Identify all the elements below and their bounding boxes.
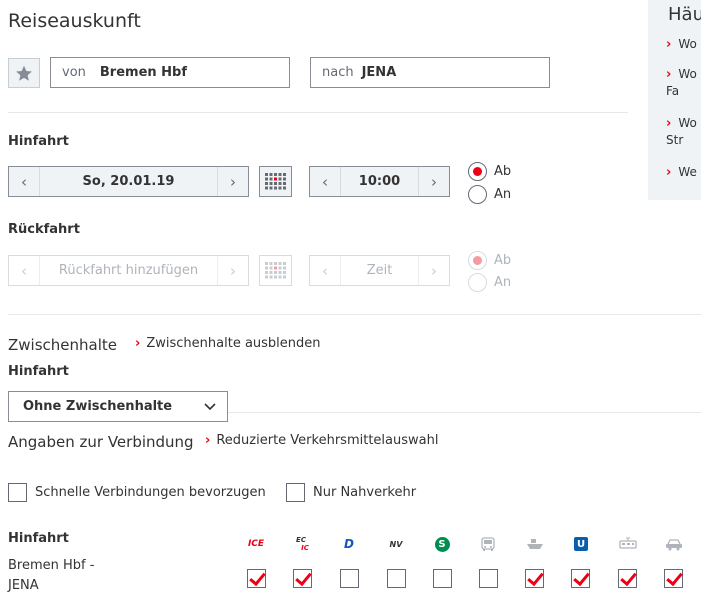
outbound-time-value[interactable]: 10:00 — [340, 167, 419, 196]
d-train-icon: D — [344, 537, 354, 551]
side-link-2[interactable]: › Wo Fa — [666, 66, 697, 99]
outbound-radio-departure[interactable]: Ab — [468, 162, 511, 181]
outbound-radio-arrival[interactable]: An — [468, 185, 511, 204]
s-bahn-icon: S — [432, 535, 452, 553]
radio-button[interactable] — [468, 273, 487, 292]
product-checkbox-tram[interactable] — [618, 569, 637, 588]
ice-icon: ICE — [247, 539, 265, 549]
bus-icon — [478, 535, 498, 553]
outbound-date-stepper: ‹ So, 20.01.19 › — [8, 166, 249, 197]
outbound-time-stepper: ‹ 10:00 › — [309, 166, 450, 197]
local-only-checkbox[interactable] — [286, 483, 305, 502]
products-route: Bremen Hbf - JENA — [8, 558, 95, 593]
stops-heading: Zwischenhalte — [8, 336, 117, 354]
local-only-option[interactable]: Nur Nahverkehr — [286, 483, 416, 502]
product-checkbox-u-bahn[interactable] — [571, 569, 590, 588]
return-date-stepper: ‹ Rückfahrt hinzufügen › — [8, 255, 249, 286]
outbound-date-value[interactable]: So, 20.01.19 — [39, 167, 218, 196]
product-checkbox-taxi[interactable] — [664, 569, 683, 588]
radio-button[interactable] — [468, 185, 487, 204]
return-radio-arrival[interactable]: An — [468, 273, 511, 292]
return-time-next-button[interactable]: › — [419, 256, 449, 285]
product-checkbox-ice[interactable] — [247, 569, 266, 588]
outbound-calendar-button[interactable] — [259, 166, 292, 197]
chevron-right-icon: › — [230, 172, 236, 191]
hide-stops-link[interactable]: › Zwischenhalte ausblenden — [135, 336, 321, 351]
divider — [8, 314, 701, 315]
chevron-right-icon: › — [666, 37, 672, 52]
to-label: nach — [322, 65, 354, 80]
radio-button[interactable] — [468, 251, 487, 270]
product-checkbox-ec-ic[interactable] — [293, 569, 312, 588]
stops-outbound-label: Hinfahrt — [8, 364, 69, 379]
time-next-button[interactable]: › — [419, 167, 449, 196]
stops-select[interactable]: Ohne Zwischenhalte — [8, 391, 228, 422]
return-date-placeholder[interactable]: Rückfahrt hinzufügen — [39, 256, 218, 285]
chevron-right-icon: › — [666, 116, 672, 131]
product-checkbox-ship[interactable] — [525, 569, 544, 588]
products-outbound-label: Hinfahrt — [8, 531, 69, 546]
chevron-left-icon: ‹ — [21, 261, 27, 280]
return-calendar-button[interactable] — [259, 255, 292, 286]
chevron-right-icon: › — [135, 336, 141, 351]
chevron-down-icon — [204, 402, 216, 410]
ec-ic-icon: EC IC — [296, 536, 309, 552]
favorite-button[interactable] — [8, 58, 40, 88]
chevron-right-icon: › — [666, 67, 672, 82]
divider — [8, 112, 628, 113]
radio-button[interactable] — [468, 162, 487, 181]
outbound-label: Hinfahrt — [8, 134, 69, 149]
frequent-questions-panel: Häu › Wo › Wo Fa › Wo Str › We — [648, 0, 701, 200]
chevron-left-icon: ‹ — [322, 261, 328, 280]
calendar-icon — [265, 262, 286, 279]
chevron-right-icon: › — [431, 172, 437, 191]
from-label: von — [62, 65, 86, 80]
connection-heading: Angaben zur Verbindung — [8, 433, 194, 451]
reduced-transport-link[interactable]: › Reduzierte Verkehrsmittelauswahl — [205, 433, 438, 448]
product-checkbox-nv[interactable] — [387, 569, 406, 588]
side-link-4[interactable]: › We — [666, 164, 697, 181]
return-radio-departure[interactable]: Ab — [468, 251, 511, 270]
side-panel-title: Häu — [668, 4, 701, 25]
return-time-placeholder[interactable]: Zeit — [340, 256, 419, 285]
return-date-next-button[interactable]: › — [218, 256, 248, 285]
side-link-3[interactable]: › Wo Str — [666, 115, 697, 148]
to-field[interactable]: nach JENA — [310, 57, 550, 88]
side-link-1[interactable]: › Wo — [666, 36, 697, 53]
u-bahn-icon: U — [571, 535, 591, 553]
product-checkbox-s-bahn[interactable] — [433, 569, 452, 588]
return-time-stepper: ‹ Zeit › — [309, 255, 450, 286]
to-value: JENA — [361, 65, 397, 80]
page-title: Reiseauskunft — [8, 10, 141, 32]
return-label: Rückfahrt — [8, 222, 80, 237]
chevron-left-icon: ‹ — [21, 172, 27, 191]
chevron-right-icon: › — [205, 433, 211, 448]
calendar-icon — [265, 173, 286, 190]
fast-connections-option[interactable]: Schnelle Verbindungen bevorzugen — [8, 483, 266, 502]
chevron-right-icon: › — [666, 165, 672, 180]
chevron-left-icon: ‹ — [322, 172, 328, 191]
ship-icon — [525, 535, 545, 553]
chevron-right-icon: › — [230, 261, 236, 280]
date-next-button[interactable]: › — [218, 167, 248, 196]
chevron-right-icon: › — [431, 261, 437, 280]
tram-icon — [618, 535, 638, 553]
time-prev-button[interactable]: ‹ — [310, 167, 340, 196]
fast-connections-checkbox[interactable] — [8, 483, 27, 502]
from-field[interactable]: von Bremen Hbf — [50, 57, 290, 88]
return-time-prev-button[interactable]: ‹ — [310, 256, 340, 285]
return-date-prev-button[interactable]: ‹ — [9, 256, 39, 285]
date-prev-button[interactable]: ‹ — [9, 167, 39, 196]
divider — [228, 412, 701, 413]
nv-icon: NV — [389, 539, 403, 549]
product-checkbox-bus[interactable] — [479, 569, 498, 588]
taxi-icon — [664, 535, 684, 553]
product-checkbox-d[interactable] — [340, 569, 359, 588]
star-icon — [16, 65, 32, 81]
stops-select-value: Ohne Zwischenhalte — [23, 399, 173, 414]
from-value: Bremen Hbf — [99, 65, 188, 80]
